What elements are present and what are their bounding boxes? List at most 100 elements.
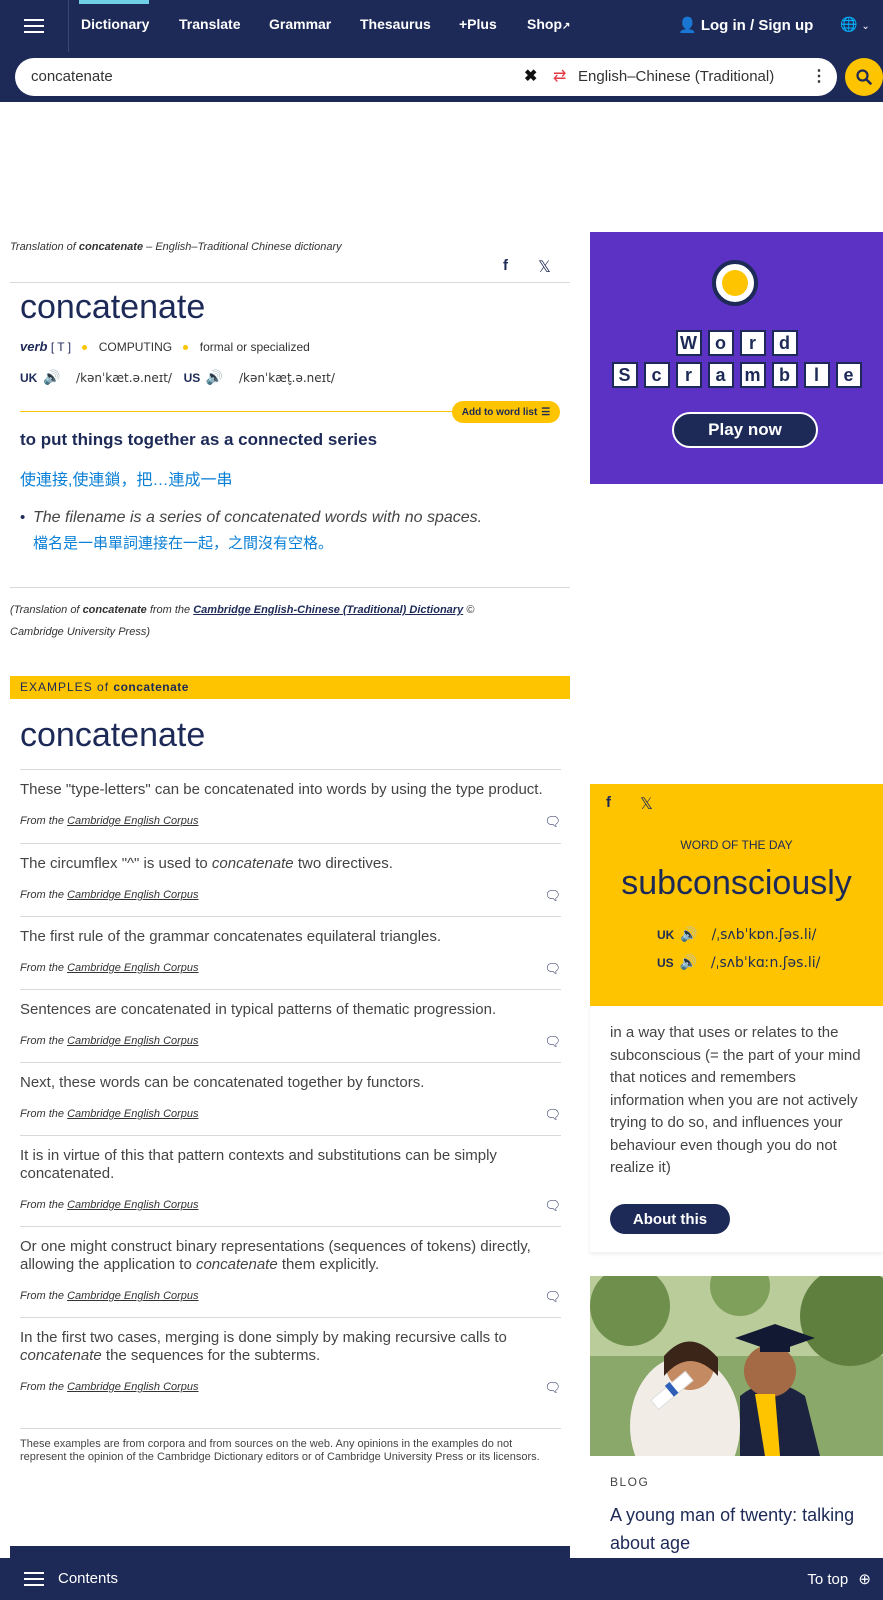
blog-title[interactable]: A young man of twenty: talking about age [610,1501,880,1557]
chevron-down-icon: ⌄ [861,21,870,32]
blog-label: BLOG [610,1475,650,1489]
translation-of: Translation of concatenate – English–Tra… [10,241,342,253]
word-scramble-promo[interactable]: Word Scramble Play now [590,232,883,484]
nav-grammar[interactable]: Grammar [269,16,331,32]
example-sentence: The filename is a series of concatenated… [33,509,483,526]
nav-thesaurus[interactable]: Thesaurus [360,16,431,32]
swap-icon: ⇄ [553,68,567,85]
wotd-us-ipa: /ˌsʌbˈkɑːn.ʃəs.li/ [710,955,821,971]
wotd-word[interactable]: subconsciously [590,864,883,903]
add-to-word-list-button[interactable]: Add to word list ☰ [452,401,560,423]
example-source: From the Cambridge English Corpus [20,1108,199,1120]
examples-band: EXAMPLES of concatenate [10,676,570,699]
examples-band-label: EXAMPLES [20,680,93,694]
contents-label: Contents [58,1570,119,1587]
feedback-icon[interactable]: 🗨 [544,1198,561,1214]
example-text: Sentences are concatenated in typical pa… [20,1001,497,1018]
corpus-link[interactable]: Cambridge English Corpus [67,1035,198,1047]
translation-credit: (Translation of concatenate from the Cam… [10,599,530,643]
example-source: From the Cambridge English Corpus [20,1199,199,1211]
bottom-bar-extension [10,1546,570,1558]
corpus-link[interactable]: Cambridge English Corpus [67,1108,198,1120]
feedback-icon[interactable]: 🗨 [544,1107,561,1123]
nav-shop[interactable]: Shop↗ [527,16,570,32]
example-source-prefix: From the [20,1199,68,1211]
login-link[interactable]: 👤 Log in / Sign up [678,16,813,34]
example-item: In the first two cases, merging is done … [20,1317,561,1408]
top-nav: Dictionary Translate Grammar Thesaurus +… [0,0,883,52]
facebook-icon[interactable]: f [606,794,611,811]
feedback-icon[interactable]: 🗨 [544,814,561,830]
corpus-link[interactable]: Cambridge English Corpus [67,962,198,974]
corpus-link[interactable]: Cambridge English Corpus [67,1381,198,1393]
letter-tile: r [675,362,702,388]
example-item: Or one might construct binary representa… [20,1226,561,1317]
feedback-icon[interactable]: 🗨 [544,888,561,904]
examples-band-word: concatenate [113,680,189,694]
example-source: From the Cambridge English Corpus [20,962,199,974]
wotd-label: WORD OF THE DAY [680,838,793,852]
us-label: US [183,371,201,385]
x-icon[interactable]: 𝕏 [640,794,653,814]
about-this-button[interactable]: About this [610,1204,730,1234]
play-now-button[interactable]: Play now [672,412,818,448]
to-top-button[interactable]: To top ⊕ [807,1570,871,1588]
speaker-icon[interactable]: 🔊 [680,926,697,942]
clear-icon[interactable]: ✖ [524,66,537,86]
stopwatch-icon [712,260,758,306]
feedback-icon[interactable]: 🗨 [544,1034,561,1050]
feedback-icon[interactable]: 🗨 [544,1380,561,1396]
speaker-icon[interactable]: 🔊 [206,369,223,385]
speaker-icon[interactable]: 🔊 [680,954,697,970]
corpus-link[interactable]: Cambridge English Corpus [67,1290,198,1302]
x-icon[interactable]: 𝕏 [538,257,551,277]
example-source: From the Cambridge English Corpus [20,1381,199,1393]
corpus-link[interactable]: Cambridge English Corpus [67,889,198,901]
speaker-icon[interactable]: 🔊 [43,369,60,385]
translation-of-word: concatenate [78,241,144,253]
contents-button[interactable]: Contents [24,1570,118,1587]
corpus-link[interactable]: Cambridge English Corpus [67,1199,198,1211]
nav-dictionary[interactable]: Dictionary [81,16,149,32]
login-label: Log in / Sign up [700,17,814,34]
example-source: From the Cambridge English Corpus [20,889,199,901]
active-tab-indicator [79,0,149,4]
corpus-link[interactable]: Cambridge English Corpus [67,815,198,827]
wotd-definition-card: in a way that uses or relates to the sub… [590,1006,883,1252]
headword: concatenate [20,288,206,326]
bottom-bar: Contents To top ⊕ [0,1558,883,1600]
dictionary-language-select[interactable]: English–Chinese (Traditional) [578,68,774,85]
letter-tile: d [771,330,798,356]
nav-translate[interactable]: Translate [179,16,240,32]
language-selector[interactable]: 🌐 ⌄ [840,16,870,33]
translation-of-prefix: Translation of [10,241,79,253]
definition: to put things together as a connected se… [20,430,378,449]
more-options-icon[interactable]: ⋮ [811,66,827,86]
nav-plus[interactable]: +Plus [459,16,497,32]
divider [20,916,561,917]
us-label: US [657,956,674,970]
facebook-icon[interactable]: f [503,257,508,274]
external-link-icon: ↗ [562,21,571,32]
feedback-icon[interactable]: 🗨 [544,961,561,977]
examples-heading: concatenate [20,716,206,754]
search-button[interactable] [845,58,883,96]
wotd-definition: in a way that uses or relates to the sub… [610,1024,861,1176]
divider [10,587,570,588]
example-source-prefix: From the [20,1035,68,1047]
search-band: concatenate ✖ ⇄ English–Chinese (Traditi… [0,52,883,102]
pos-line: verb [ T ] COMPUTING formal or specializ… [20,339,310,354]
letter-tile: c [643,362,670,388]
hamburger-icon [24,19,44,33]
list-icon: ☰ [541,406,551,418]
menu-button[interactable] [0,0,69,52]
divider [20,1062,561,1063]
letter-tile: o [707,330,734,356]
credit-dictionary-link[interactable]: Cambridge English-Chinese (Traditional) … [193,604,463,616]
divider [20,1226,561,1227]
feedback-icon[interactable]: 🗨 [544,1289,561,1305]
search-input[interactable]: concatenate ✖ ⇄ English–Chinese (Traditi… [15,58,837,96]
divider [20,1428,561,1429]
example-source: From the Cambridge English Corpus [20,1035,199,1047]
blog-image[interactable] [590,1276,883,1456]
